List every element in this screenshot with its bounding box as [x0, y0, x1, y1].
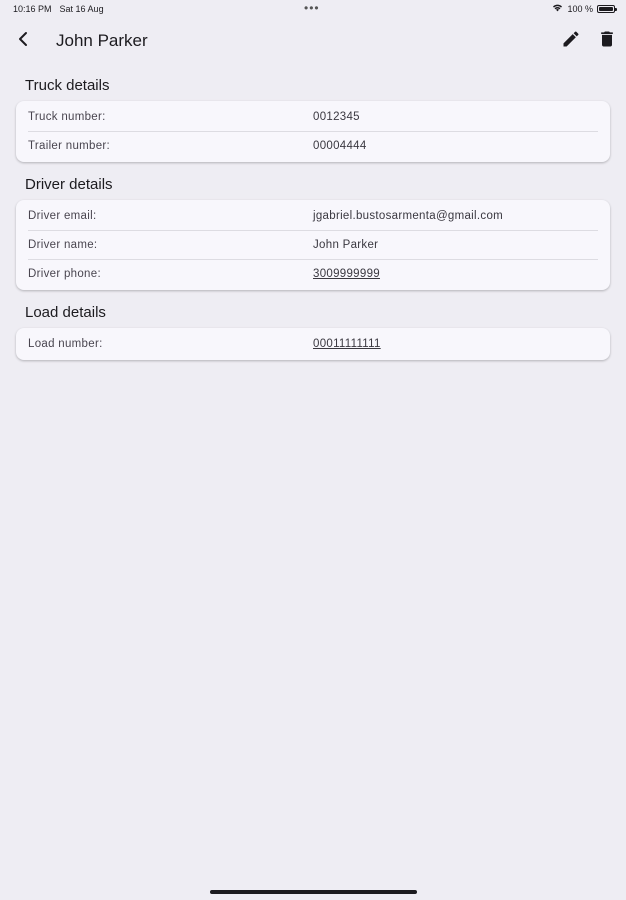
row-value-link[interactable]: 00011111111: [313, 338, 381, 350]
card-load-details: Load number: 00011111111: [16, 328, 610, 360]
multitasking-dots[interactable]: •••: [304, 1, 320, 15]
trash-icon: [597, 29, 617, 54]
pencil-icon: [561, 29, 581, 54]
status-bar: 10:16 PM Sat 16 Aug ••• 100 %: [0, 0, 626, 18]
detail-row-driver-name: Driver name: John Parker: [28, 231, 598, 260]
status-left: 10:16 PM Sat 16 Aug: [13, 4, 104, 14]
detail-row-truck-number: Truck number: 0012345: [28, 103, 598, 132]
row-label: Truck number:: [28, 111, 106, 123]
chevron-left-icon: [16, 31, 30, 52]
battery-fill: [599, 6, 613, 11]
battery-icon: [597, 4, 617, 13]
row-label: Driver email:: [28, 210, 97, 222]
row-value: John Parker: [313, 239, 379, 251]
details-content: Truck details Truck number: 0012345 Trailer…: [16, 76, 610, 373]
detail-row-load-number: Load number: 00011111111: [28, 330, 598, 358]
card-truck-details: Truck number: 0012345 Trailer number: 00004…: [16, 101, 610, 162]
detail-row-driver-phone: Driver phone: 3009999999: [28, 260, 598, 288]
section-title-driver-details: Driver details: [25, 176, 113, 193]
row-label: Trailer number:: [28, 140, 111, 152]
row-label: Load number:: [28, 338, 103, 350]
row-label: Driver phone:: [28, 268, 101, 280]
app-bar: John Parker: [0, 24, 626, 58]
home-indicator[interactable]: [210, 890, 417, 894]
section-title-truck-details: Truck details: [25, 77, 110, 94]
back-button[interactable]: [12, 30, 34, 52]
section-title-load-details: Load details: [25, 304, 106, 321]
battery-text: 100 %: [567, 3, 593, 14]
wifi-icon: [552, 3, 563, 14]
detail-row-trailer-number: Trailer number: 00004444: [28, 132, 598, 160]
status-time: 10:16 PM: [13, 4, 52, 14]
row-value: 0012345: [313, 111, 360, 123]
edit-button[interactable]: [560, 30, 582, 52]
row-value-link[interactable]: 3009999999: [313, 268, 380, 280]
delete-button[interactable]: [596, 30, 618, 52]
row-value: jgabriel.bustosarmenta@gmail.com: [313, 210, 504, 222]
status-right: 100 %: [552, 3, 617, 14]
page-title: John Parker: [56, 31, 148, 50]
detail-row-driver-email: Driver email: jgabriel.bustosarmenta@gmai…: [28, 202, 598, 231]
sections-list: Truck details Truck number: 0012345 Trailer…: [16, 76, 610, 360]
row-value: 00004444: [313, 140, 367, 152]
status-date: Sat 16 Aug: [59, 4, 104, 14]
row-label: Driver name:: [28, 239, 98, 251]
card-driver-details: Driver email: jgabriel.bustosarmenta@gmai…: [16, 200, 610, 290]
